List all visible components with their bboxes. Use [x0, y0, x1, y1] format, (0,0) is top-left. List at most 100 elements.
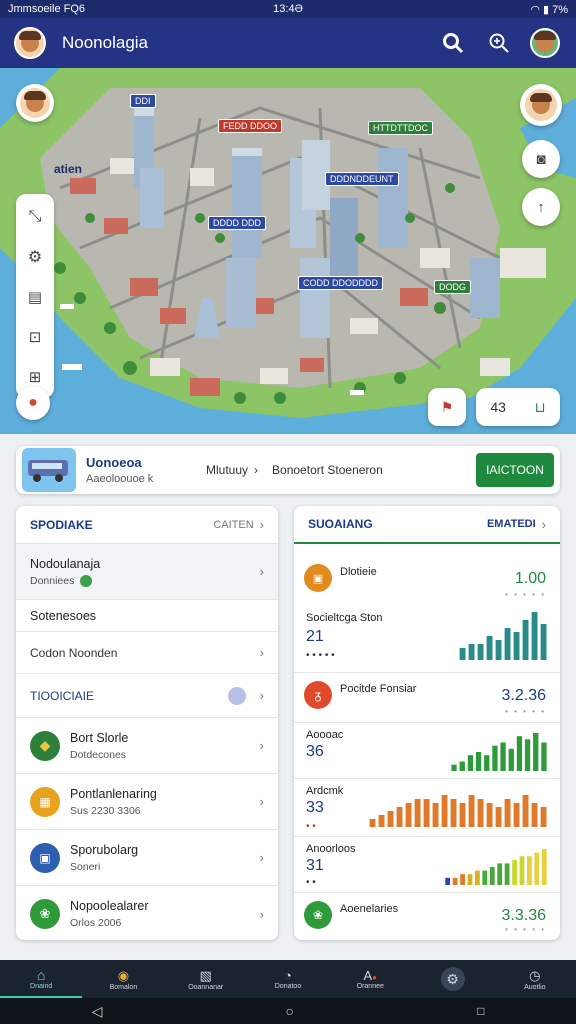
chart-bar	[369, 819, 376, 827]
list-item[interactable]: ▣ Sporubolarg Soneri ›	[16, 830, 278, 886]
chart-bar	[534, 852, 540, 885]
chart-bar	[459, 761, 465, 771]
stat-label: Anoorloos	[306, 843, 356, 855]
status-dot-icon	[80, 574, 93, 587]
left-panel-title: SPODIAKE	[30, 517, 93, 532]
nav-label: Bomalon	[109, 983, 138, 991]
location-pin-icon: ●	[28, 394, 38, 411]
chevron-right-icon: ›	[259, 850, 264, 865]
location-button[interactable]: ●	[16, 386, 50, 420]
right-panel-header[interactable]: SUOAIANG EMATEDI ›	[294, 506, 560, 544]
back-icon[interactable]: ◁	[92, 1003, 103, 1020]
list-item[interactable]: ❀ Nopoolealarer Orlos 2006 ›	[16, 886, 278, 940]
measure-icon: ⊡	[28, 329, 42, 346]
chart-bar	[445, 877, 451, 885]
stat-row[interactable]: Ardcmk 33 • •	[294, 778, 560, 832]
nav-item-3[interactable]: ▧ Ooannanar	[165, 960, 247, 998]
chart-bar	[527, 856, 532, 885]
flag-chip[interactable]: ⚑	[428, 388, 466, 426]
compass-icon: ◷	[529, 967, 541, 983]
route-card[interactable]: Uonoeoa Aaeoloouoe k Mlutuuy › Bonoetort…	[16, 446, 560, 494]
chart-bar	[531, 612, 538, 660]
stat-row[interactable]: Aoooac 36	[294, 722, 560, 774]
stat-row[interactable]: Socieltcga Ston 21 • • • • •	[294, 606, 560, 668]
map-label-4[interactable]: DDDNDDEUNT	[325, 172, 399, 186]
search-icon	[443, 33, 464, 54]
route-action-button[interactable]: IAICTOON	[476, 453, 554, 487]
map-avatar-button[interactable]	[16, 84, 54, 122]
right-panel-more[interactable]: EMATEDI	[487, 518, 536, 530]
nav-item-7[interactable]: ◷ Auotlio	[494, 960, 576, 998]
map-label-2[interactable]: FEDD DDOO	[218, 119, 282, 133]
chart-bar	[497, 863, 503, 885]
left-panel-header[interactable]: SPODIAKE CAITEN ›	[16, 506, 278, 544]
settings-icon: ⚙	[440, 967, 465, 991]
nav-item-2[interactable]: ◉ Bomalon	[82, 960, 164, 998]
chart-bar	[477, 799, 484, 827]
alerts-icon: A●	[363, 968, 378, 983]
map-label-3[interactable]: HTTDTTDOC	[368, 121, 433, 135]
user-avatar[interactable]	[14, 27, 46, 59]
section-row[interactable]: TIOOICIAIE ›	[16, 674, 278, 718]
list-item-subtitle: Dotdecones	[70, 748, 127, 761]
map-label-6[interactable]: CODD DDODDDD	[298, 276, 383, 290]
nav-label: Orannee	[356, 983, 384, 990]
stat-label: Socieltcga Ston	[306, 612, 383, 624]
nav-item-5[interactable]: A● Orannee	[329, 960, 411, 998]
left-panel-more[interactable]: CAITEN	[213, 519, 253, 531]
stat-row[interactable]: Anoorloos 31 • •	[294, 836, 560, 888]
camera-button[interactable]: ◙	[522, 140, 560, 178]
chart-bar	[486, 803, 493, 827]
map-label-1[interactable]: DDI	[130, 94, 156, 108]
timer-icon: ◔	[284, 968, 292, 983]
stat-sub: • •	[306, 821, 316, 832]
chart-bar	[504, 799, 511, 827]
chart-bar	[459, 648, 466, 660]
map-label-5[interactable]: DDDD DDD	[208, 216, 266, 230]
list-row[interactable]: Sotenesoes	[16, 600, 278, 632]
compass-icon: ↑	[537, 198, 545, 216]
list-item[interactable]: ◆ Bort Slorle Dotdecones ›	[16, 718, 278, 774]
list-item[interactable]: ▦ Pontlanlenaring Sus 2230 3306 ›	[16, 774, 278, 830]
chart-bar	[396, 807, 403, 827]
calendar-icon: ▣	[30, 842, 60, 873]
compass-button[interactable]: ↑	[522, 188, 560, 226]
stat-row[interactable]: ᵹ Pocitde Fonsiar 3.2.36 • • • • •	[294, 672, 560, 718]
chart-bar	[467, 755, 474, 771]
chart-bar	[504, 863, 510, 885]
chevron-right-icon: ›	[254, 463, 259, 477]
recents-icon[interactable]: □	[477, 1004, 484, 1018]
route-icon: ⤡	[28, 208, 42, 225]
nav-item-6[interactable]: ⚙	[411, 960, 493, 998]
settings-tool-button[interactable]: ⚙	[17, 240, 53, 274]
chart-bar	[467, 874, 473, 885]
list-item-subtitle: Sus 2230 3306	[70, 804, 141, 817]
city-map[interactable]: DDI FEDD DDOO HTTDTTDOC DDDNDDEUNT DDDD …	[0, 68, 576, 434]
map-profile-button[interactable]	[520, 84, 562, 126]
layers-tool-button[interactable]: ▤	[17, 280, 53, 314]
stat-label: Dlotieie	[340, 566, 377, 578]
measure-tool-button[interactable]: ⊡	[17, 320, 53, 354]
search-button[interactable]	[436, 26, 470, 60]
list-row[interactable]: Nodoulanaja Donniees ›	[16, 544, 278, 600]
chart-bar	[522, 620, 529, 660]
chart-bar	[533, 733, 539, 771]
list-row[interactable]: Codon Noonden ›	[16, 632, 278, 674]
home-circle-icon[interactable]: ○	[286, 1003, 294, 1019]
nav-home[interactable]: ⌂ Dnaind	[0, 960, 83, 998]
zoom-button[interactable]	[482, 26, 516, 60]
profile-button[interactable]	[528, 26, 562, 60]
stat-row[interactable]: ▣ Dlotieie 1.00 • • • • •	[294, 556, 560, 602]
nav-item-4[interactable]: ◔ Donatoo	[247, 960, 329, 998]
map-label-7[interactable]: DODG	[434, 280, 471, 294]
chevron-right-icon: ›	[259, 794, 264, 809]
stat-dots: • • • • •	[505, 925, 546, 934]
count-chip[interactable]: 43 ⊔	[476, 388, 560, 426]
chart-bar	[475, 870, 480, 885]
route-tool-button[interactable]: ⤡	[17, 200, 53, 234]
list-row-title: Nodoulanaja	[30, 556, 101, 571]
chart-bar	[522, 795, 529, 827]
stat-row[interactable]: ❀ Aoenelaries 3.3.36 • • • • •	[294, 892, 560, 938]
chart-bar	[451, 764, 457, 771]
chart-bar	[516, 736, 523, 771]
